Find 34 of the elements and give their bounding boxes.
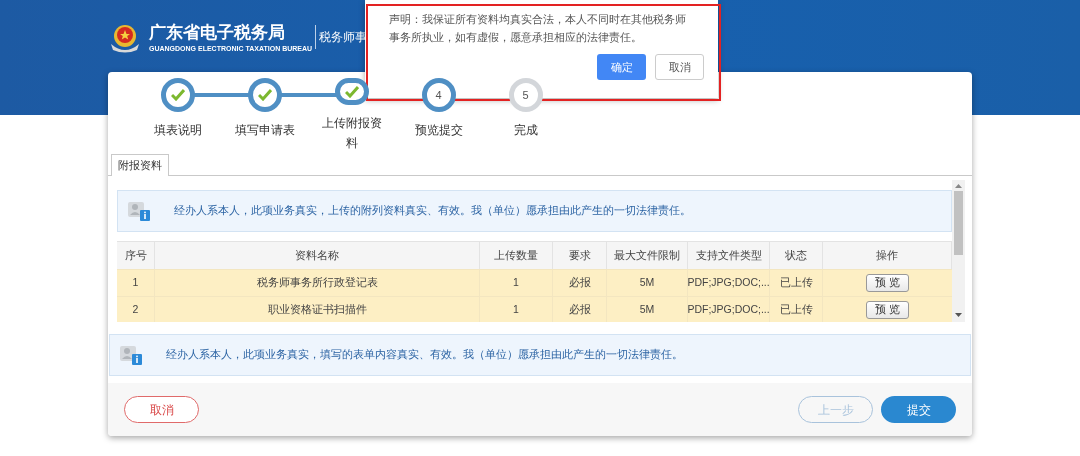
notice-text: 经办人系本人，此项业务真实，填写的表单内容真实、有效。我（单位）愿承担由此产生的一切法律责任。 (166, 347, 683, 363)
cancel-button[interactable]: 取消 (655, 54, 704, 80)
tab[interactable]: 附报资料 (111, 154, 169, 176)
step-number: 5 (522, 87, 529, 103)
scrollbar[interactable] (952, 180, 965, 322)
table-cell: 2 (117, 297, 155, 322)
table-cell: 5M (607, 297, 688, 322)
scroll-up-icon[interactable] (955, 184, 962, 188)
emblem-icon (108, 22, 142, 54)
step-number: 4 (435, 87, 442, 103)
check-icon (344, 85, 359, 98)
step-label: 完成 (512, 123, 539, 138)
dialog-text: 声明：我保证所有资料均真实合法，本人不同时在其他税务师事务所执业，如有虚假，愿意承担相应的法律责任。 (389, 12, 687, 45)
notice-text: 经办人系本人，此项业务真实，上传的附列资料真实、有效。我（单位）愿承担由此产生的一切法律责任。 (174, 203, 691, 219)
cancel-button[interactable]: 取消 (124, 396, 199, 423)
check-icon (257, 89, 272, 101)
step-label: 上传附报资料 (320, 116, 383, 151)
preview-button[interactable]: 预 览 (866, 301, 909, 319)
check-icon (170, 89, 185, 101)
info-user-icon (118, 343, 144, 367)
preview-button[interactable]: 预 览 (866, 274, 909, 292)
step-label: 预览提交 (413, 123, 464, 138)
table-cell: PDF;JPG;DOC;... (688, 297, 770, 322)
table-cell: 1 (480, 297, 553, 322)
step-label: 填写申请表 (233, 123, 296, 138)
scroll-down-icon[interactable] (955, 313, 962, 317)
table-cell: 已上传 (770, 297, 823, 322)
step-label: 填表说明 (152, 123, 203, 138)
site-title: 广东省电子税务局 (149, 22, 286, 44)
submit-button[interactable]: 提交 (881, 396, 956, 423)
table-cell: 职业资格证书扫描件 (155, 297, 480, 322)
table-cell: 必报 (553, 297, 607, 322)
section-title: 税务师事 (319, 29, 368, 46)
info-user-icon (126, 199, 152, 223)
